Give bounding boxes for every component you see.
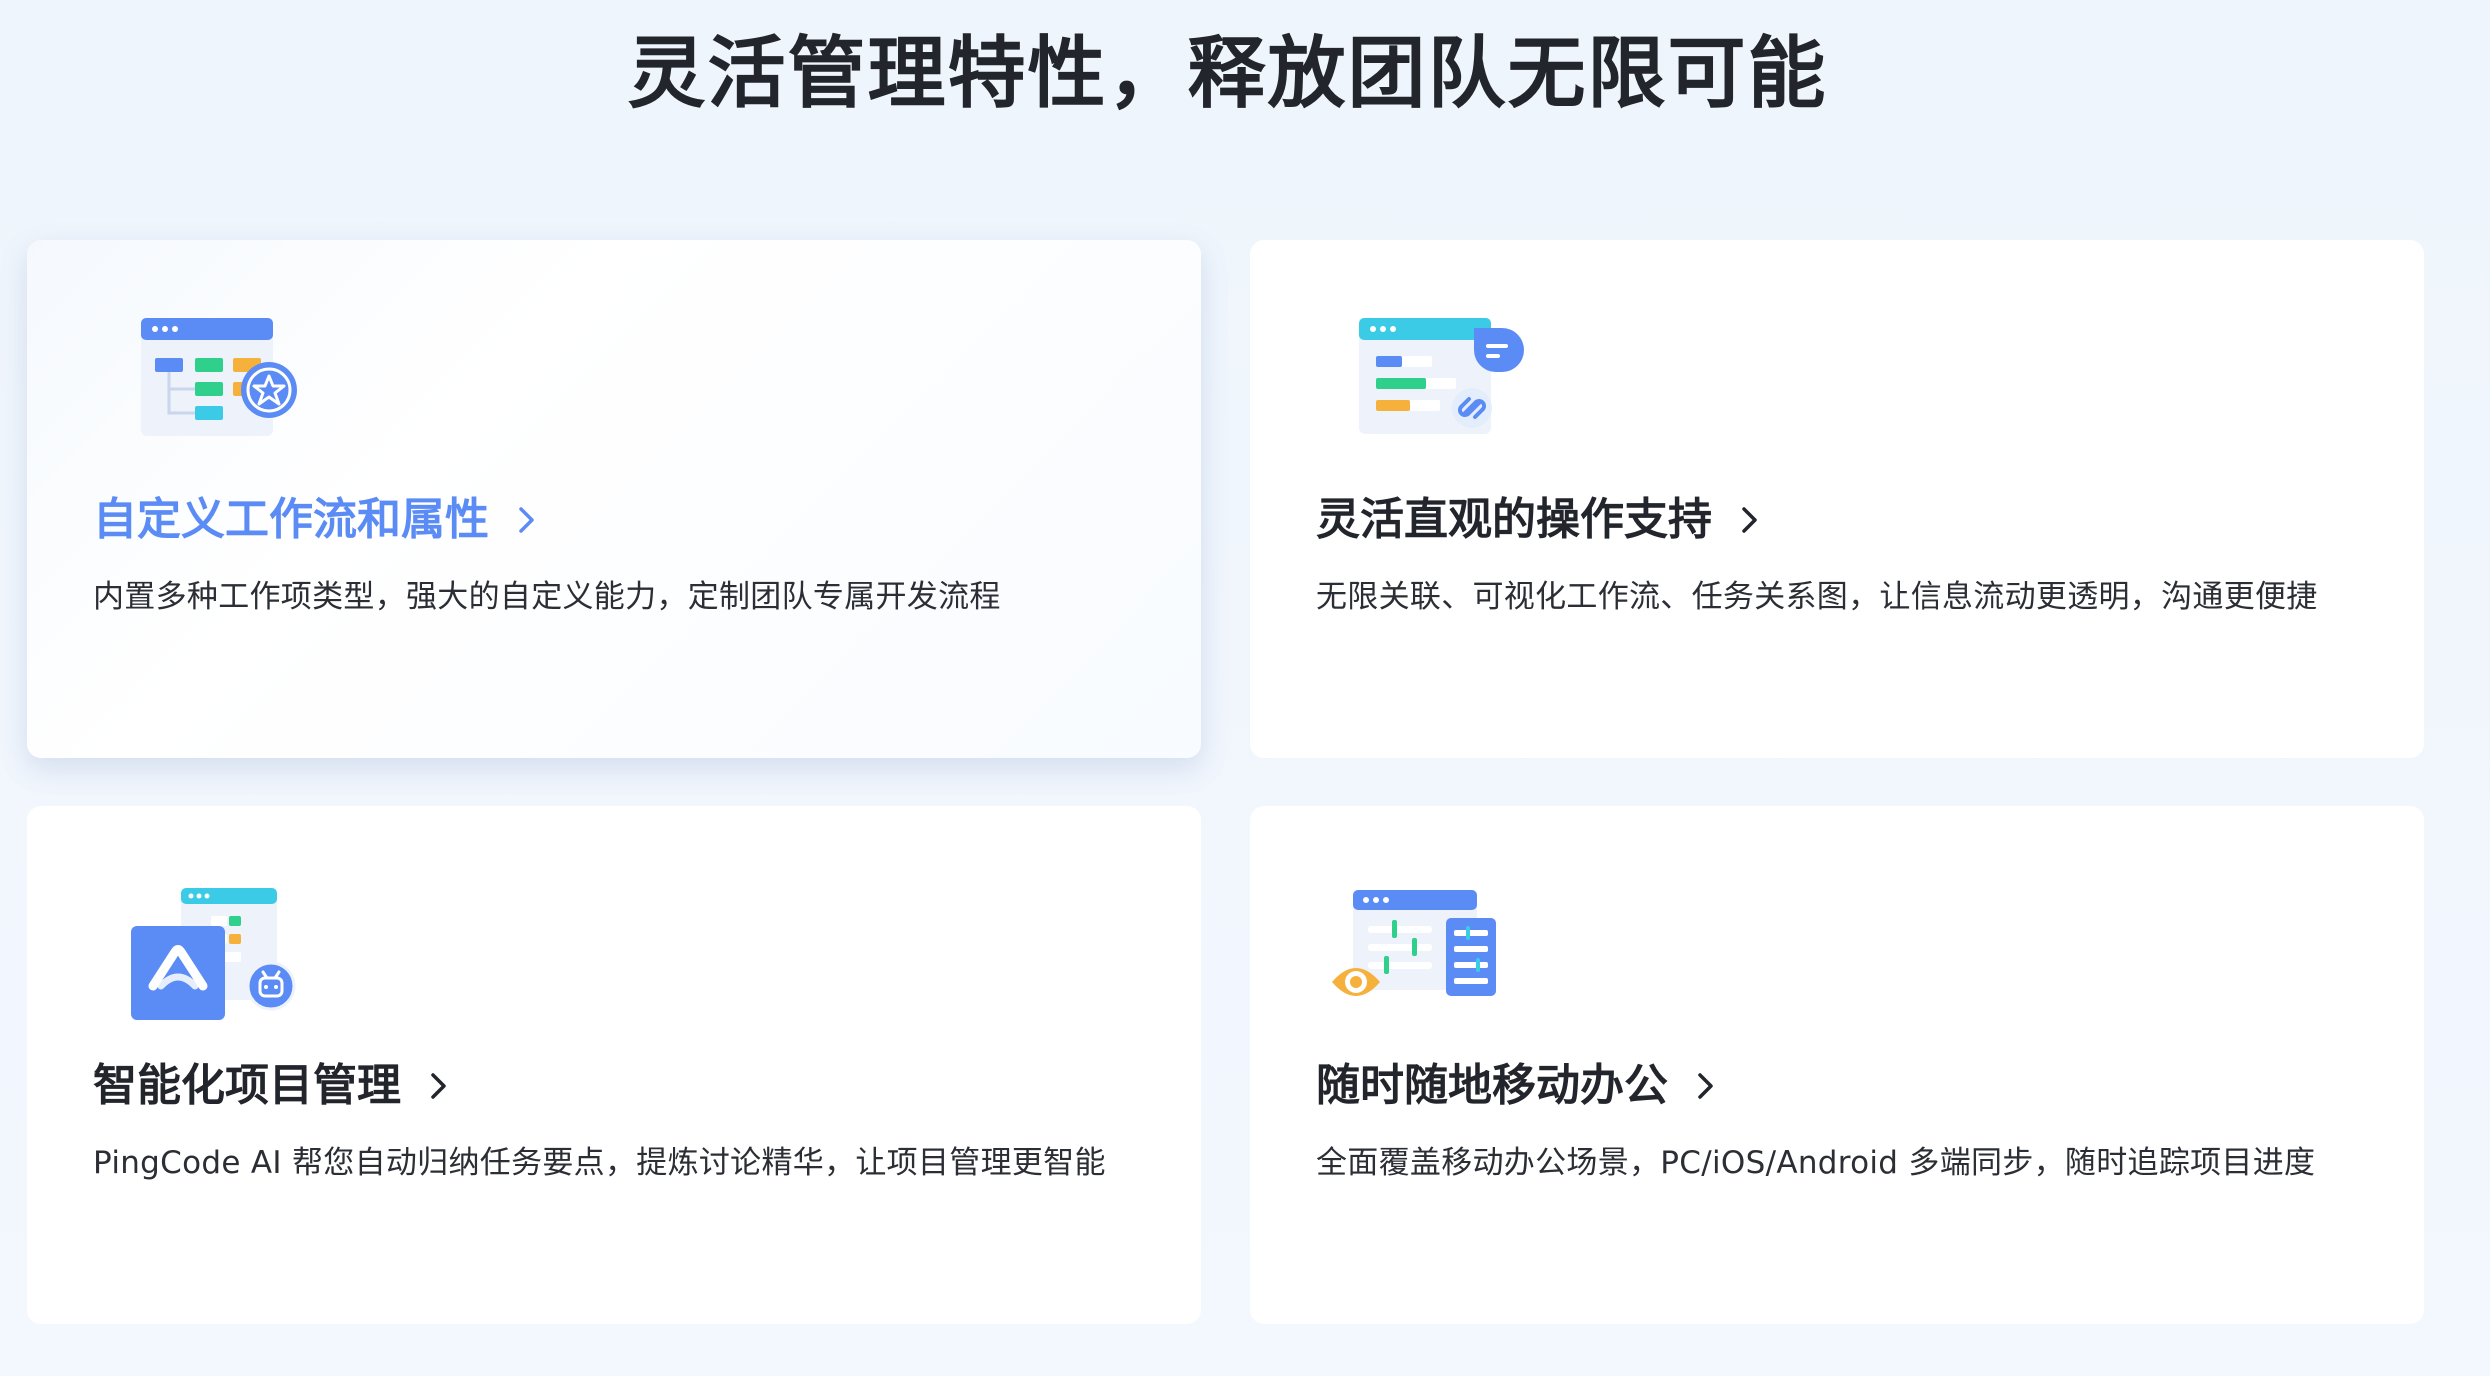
chevron-right-icon (431, 1073, 446, 1099)
chevron-right-icon (1698, 1073, 1713, 1099)
card-title-text: 智能化项目管理 (93, 1060, 401, 1111)
card-description: PingCode AI 帮您自动归纳任务要点，提炼讨论精华，让项目管理更智能 (93, 1145, 1106, 1181)
card-title[interactable]: 随时随地移动办公 (1316, 1056, 1720, 1116)
card-title-text: 随时随地移动办公 (1316, 1060, 1668, 1111)
card-description: 全面覆盖移动办公场景，PC/iOS/Android 多端同步，随时追踪项目进度 (1316, 1145, 2316, 1181)
card-title[interactable]: 自定义工作流和属性 (93, 490, 541, 550)
chevron-right-icon (1742, 507, 1757, 533)
card-title[interactable]: 智能化项目管理 (93, 1056, 453, 1116)
chevron-right-icon (519, 507, 534, 533)
mobile-eye-icon (1332, 890, 1496, 996)
feature-card-flexible-operation[interactable]: 灵活直观的操作支持 无限关联、可视化工作流、任务关系图，让信息流动更透明，沟通更… (1250, 240, 2424, 758)
card-title-text: 自定义工作流和属性 (93, 494, 489, 545)
workflow-star-icon (141, 318, 297, 436)
ai-robot-icon (131, 888, 296, 1020)
feature-card-mobile-office[interactable]: 随时随地移动办公 全面覆盖移动办公场景，PC/iOS/Android 多端同步，… (1250, 806, 2424, 1324)
page-title: 灵活管理特性，释放团队无限可能 (627, 29, 1828, 119)
feature-card-ai-management[interactable]: 智能化项目管理 PingCode AI 帮您自动归纳任务要点，提炼讨论精华，让项… (27, 806, 1201, 1324)
card-description: 无限关联、可视化工作流、任务关系图，让信息流动更透明，沟通更便捷 (1316, 579, 2318, 615)
card-title[interactable]: 灵活直观的操作支持 (1316, 490, 1764, 550)
card-description: 内置多种工作项类型，强大的自定义能力，定制团队专属开发流程 (93, 579, 1001, 615)
link-chat-icon (1359, 318, 1524, 434)
card-title-text: 灵活直观的操作支持 (1316, 494, 1712, 545)
feature-card-custom-workflow[interactable]: 自定义工作流和属性 内置多种工作项类型，强大的自定义能力，定制团队专属开发流程 (27, 240, 1201, 758)
